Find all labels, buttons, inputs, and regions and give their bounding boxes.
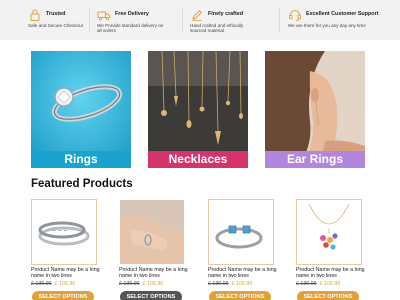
old-price: £ 139.90 (208, 281, 229, 287)
pencil-icon (190, 8, 204, 22)
new-price: £ 109.90 (142, 281, 164, 287)
select-options-button[interactable]: SELECT OPTIONS (209, 291, 271, 300)
product-name[interactable]: Product Name may be a long name in two l… (119, 267, 189, 279)
product-name[interactable]: Product Name may be a long name in two l… (208, 267, 278, 279)
feature-title: Excellent Customer Support (306, 11, 379, 17)
product-prices: £ 139.90 £ 109.90 (208, 281, 252, 287)
truck-icon (97, 8, 111, 22)
feature-description: Hand crafted and ethically sourced mater… (190, 23, 244, 34)
category-label[interactable]: Necklaces (148, 151, 248, 168)
category-label[interactable]: Rings (31, 151, 131, 168)
svg-text:∼ ∼ ∼: ∼ ∼ ∼ (52, 228, 68, 234)
feature-title: Finely crafted (208, 11, 244, 17)
feature-description: Safe and Secure Checkout (28, 23, 83, 28)
product-card[interactable]: Product Name may be a long name in two l… (208, 199, 277, 300)
feature-title: Trusted (46, 11, 66, 17)
product-prices: £ 139.90 £ 109.90 (296, 281, 340, 287)
features-bar: Trusted Safe and Secure Checkout Free De… (0, 0, 400, 40)
select-options-button[interactable]: SELECT OPTIONS (297, 291, 359, 300)
product-card[interactable]: Product Name may be a long name in two l… (296, 199, 365, 300)
product-image[interactable] (208, 199, 274, 265)
product-prices: £ 139.90 £ 109.90 (119, 281, 163, 287)
select-options-button[interactable]: SELECT OPTIONS (32, 291, 94, 300)
lock-icon (28, 8, 42, 22)
headset-icon (288, 8, 302, 22)
product-name[interactable]: Product Name may be a long name in two l… (31, 267, 101, 279)
divider (279, 8, 280, 32)
old-price: £ 139.90 (119, 281, 140, 287)
product-image[interactable]: ∼ ∼ ∼ (31, 199, 97, 265)
new-price: £ 109.90 (319, 281, 341, 287)
product-card[interactable]: ∼ ∼ ∼ Product Name may be a long name in… (31, 199, 100, 300)
feature-title: Free Delivery (115, 11, 149, 17)
product-prices: £ 139.90 £ 109.90 (31, 281, 75, 287)
select-options-button[interactable]: SELECT OPTIONS (120, 291, 182, 300)
product-name[interactable]: Product Name may be a long name in two l… (296, 267, 366, 279)
category-label[interactable]: Ear Rings (265, 151, 365, 168)
product-image[interactable] (119, 199, 185, 265)
feature-description: We Provide standard delivery on all orde… (97, 23, 164, 34)
category-ear-rings[interactable]: Ear Rings (265, 51, 365, 168)
product-image[interactable] (296, 199, 362, 265)
new-price: £ 109.90 (54, 281, 76, 287)
product-card[interactable]: Product Name may be a long name in two l… (119, 199, 188, 300)
new-price: £ 109.90 (231, 281, 253, 287)
category-necklaces[interactable]: Necklaces (148, 51, 248, 168)
divider (89, 8, 90, 32)
divider (182, 8, 183, 32)
feature-description: We are there for you any day any time (288, 23, 366, 28)
category-rings[interactable]: Rings (31, 51, 131, 168)
old-price: £ 139.90 (296, 281, 317, 287)
old-price: £ 139.90 (31, 281, 52, 287)
section-title: Featured Products (31, 178, 133, 190)
